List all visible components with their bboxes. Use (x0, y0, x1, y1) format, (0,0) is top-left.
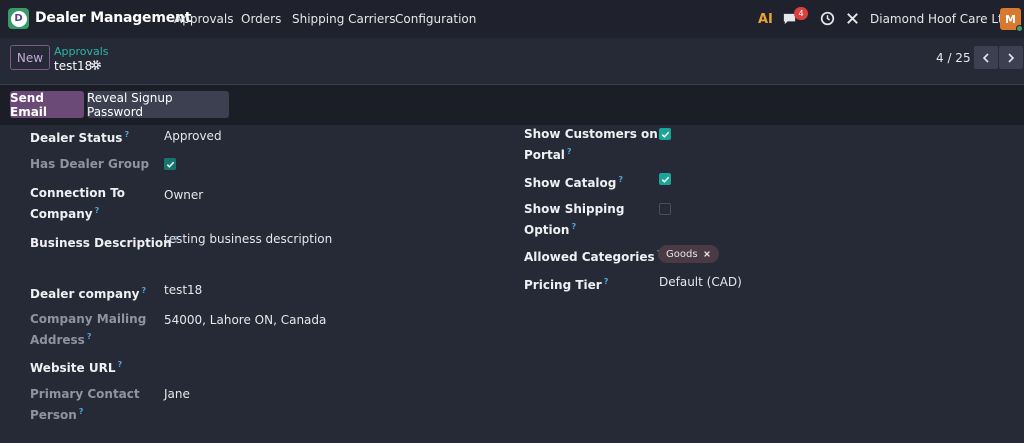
pager-next-button[interactable] (999, 46, 1023, 69)
show-catalog-label: Show Catalog? (524, 175, 624, 190)
pricing-tier-label: Pricing Tier? (524, 277, 609, 292)
reveal-signup-password-button[interactable]: Reveal Signup Password (87, 91, 229, 119)
check-icon (661, 131, 669, 138)
top-navbar: D Dealer Management Approvals Orders Shi… (0, 0, 1024, 38)
app-logo-icon[interactable]: D (8, 8, 29, 29)
chevron-right-icon (1008, 52, 1015, 63)
close-icon[interactable] (703, 250, 711, 258)
gear-icon[interactable] (90, 59, 102, 74)
dealer-status-label: Dealer Status? (30, 130, 130, 145)
menu-shipping-carriers[interactable]: Shipping Carriers (292, 12, 395, 26)
allowed-categories-label: Allowed Categories? (524, 249, 661, 264)
website-url-field[interactable] (164, 356, 464, 373)
pager-value[interactable]: 4 / 25 (936, 51, 971, 65)
show-shipping-option-checkbox[interactable] (659, 203, 671, 215)
status-bar: Send Email Reveal Signup Password (0, 85, 1024, 125)
has-dealer-group-label: Has Dealer Group (30, 157, 150, 171)
check-icon (661, 176, 669, 183)
send-email-button[interactable]: Send Email (10, 91, 84, 119)
presence-dot (1016, 25, 1023, 32)
show-customers-on-portal-label: Show Customers on Portal? (524, 127, 658, 162)
connection-to-company-value[interactable]: Owner (164, 187, 203, 204)
avatar-letter: M (1005, 12, 1016, 26)
primary-contact-person-value[interactable]: Jane (164, 386, 190, 403)
dealer-company-value[interactable]: test18 (164, 282, 202, 299)
show-catalog-checkbox[interactable] (659, 173, 671, 185)
breadcrumb-current: test18 (54, 59, 93, 73)
tools-icon[interactable] (845, 11, 860, 29)
app-title[interactable]: Dealer Management (35, 10, 191, 26)
company-mailing-address-label: Company Mailing Address? (30, 312, 147, 347)
clock-icon[interactable] (820, 11, 835, 29)
category-tag-label: Goods (666, 248, 698, 260)
breadcrumb-parent[interactable]: Approvals (54, 45, 109, 58)
pricing-tier-value[interactable]: Default (CAD) (659, 274, 742, 291)
check-icon (166, 161, 174, 168)
has-dealer-group-checkbox[interactable] (164, 158, 176, 170)
show-shipping-option-label: Show Shipping Option? (524, 202, 625, 237)
app-logo-letter: D (10, 10, 27, 27)
user-avatar[interactable]: M (1000, 8, 1023, 32)
website-url-label: Website URL? (30, 360, 123, 375)
menu-approvals[interactable]: Approvals (174, 12, 234, 26)
chevron-left-icon (982, 52, 989, 63)
control-panel: New Approvals test18 4 / 25 (0, 38, 1024, 85)
primary-contact-person-label: Primary Contact Person? (30, 387, 140, 422)
category-tag[interactable]: Goods (658, 245, 719, 263)
connection-to-company-label: Connection To Company? (30, 186, 126, 221)
pager-previous-button[interactable] (974, 46, 998, 69)
chat-count-badge: 4 (794, 7, 808, 20)
new-button[interactable]: New (10, 45, 50, 70)
business-description-label: Business Description? (30, 235, 179, 250)
company-mailing-address-value[interactable]: 54000, Lahore ON, Canada (164, 312, 326, 329)
dealer-status-value[interactable]: Approved (164, 128, 222, 145)
menu-orders[interactable]: Orders (241, 12, 281, 26)
business-description-value[interactable]: testing business description (164, 231, 332, 248)
show-customers-on-portal-checkbox[interactable] (659, 128, 671, 140)
form-sheet (10, 125, 1014, 443)
ai-icon[interactable]: AI (758, 12, 773, 27)
dealer-company-label: Dealer company? (30, 286, 147, 301)
menu-configuration[interactable]: Configuration (395, 12, 476, 26)
company-switcher[interactable]: Diamond Hoof Care Ltd (870, 12, 1010, 26)
